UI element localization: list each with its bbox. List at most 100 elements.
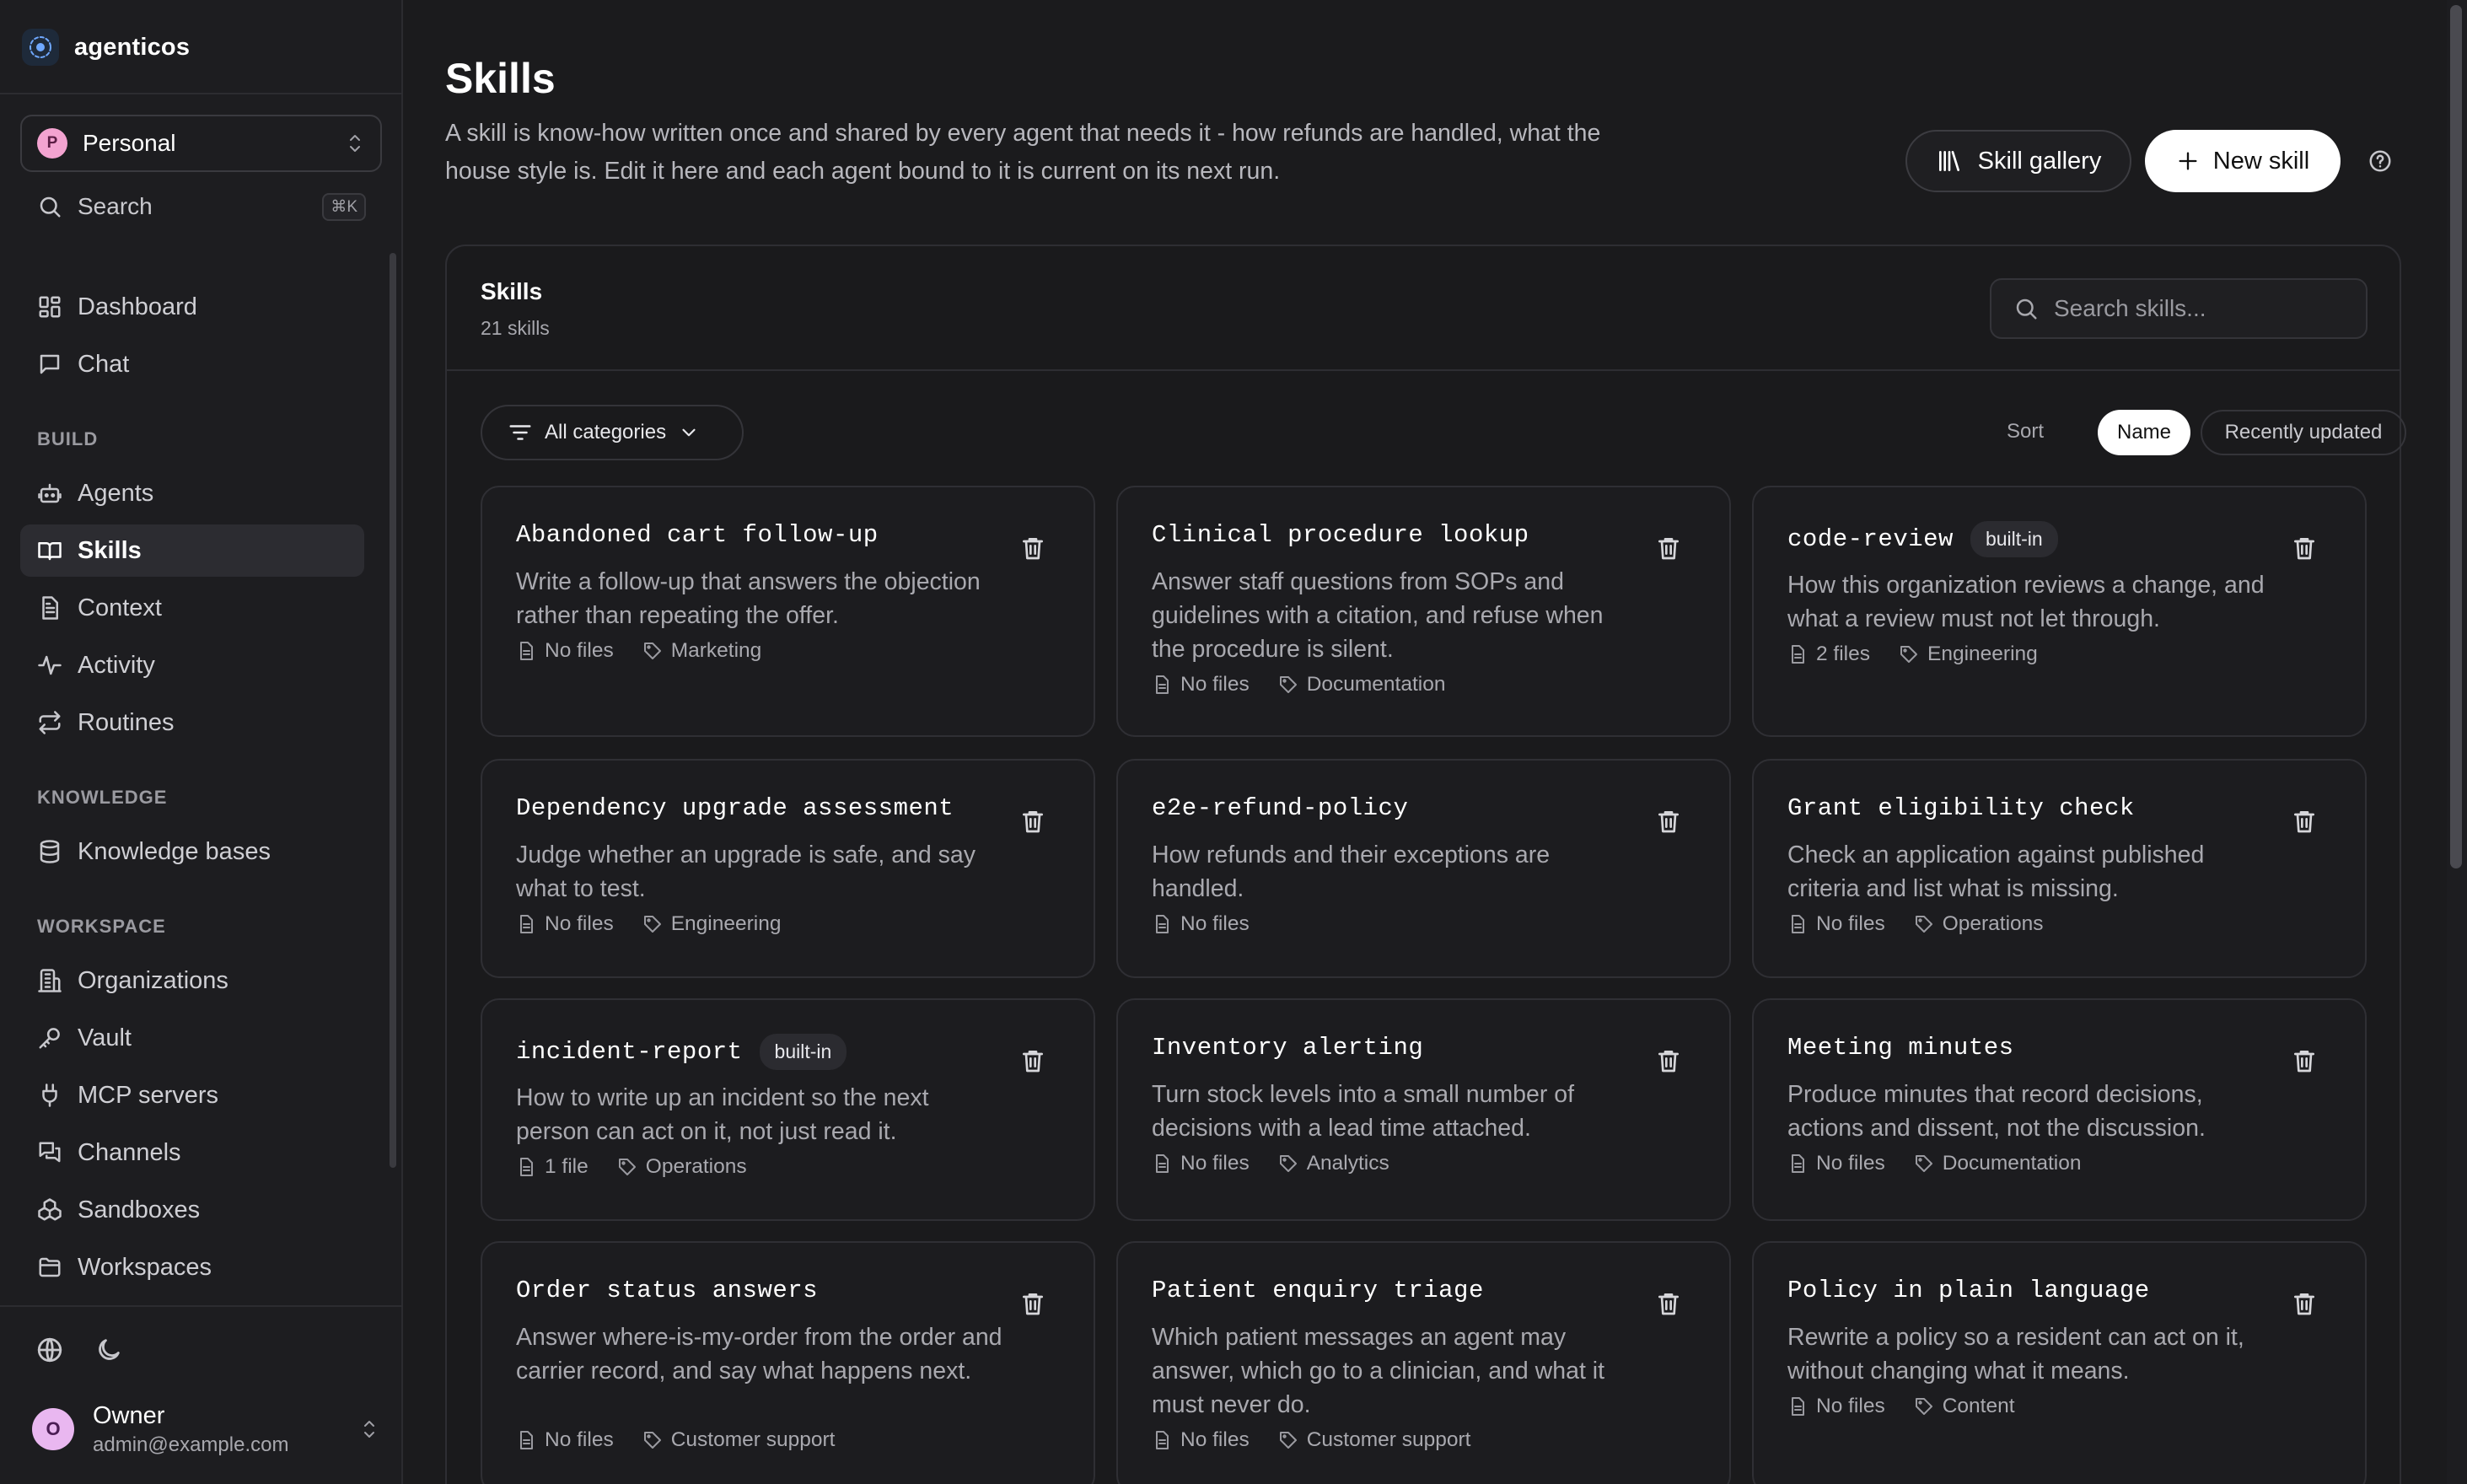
skill-card[interactable]: incident-report built-in How to write up a…	[481, 998, 1095, 1221]
sidebar-item-knowledge-bases[interactable]: Knowledge bases	[20, 825, 364, 878]
skill-card[interactable]: Order status answers Answer where-is-my-o…	[481, 1241, 1095, 1484]
sidebar-scrollbar[interactable]	[390, 253, 396, 1168]
user-menu[interactable]: O Owner admin@example.com	[32, 1398, 378, 1460]
workspace-selector[interactable]: P Personal	[20, 115, 382, 172]
skill-name: Policy in plain language	[1787, 1277, 2150, 1304]
tag-icon	[1278, 1430, 1298, 1450]
trash-icon[interactable]	[2291, 808, 2318, 835]
skill-card[interactable]: Clinical procedure lookup Answer staff qu…	[1116, 486, 1731, 737]
tag-icon	[1914, 1153, 1934, 1174]
skill-meta: No files Analytics	[1152, 1152, 1389, 1175]
sidebar-item-activity[interactable]: Activity	[20, 639, 364, 691]
file-count: No files	[1180, 1428, 1250, 1451]
skill-meta: 1 file Operations	[516, 1155, 747, 1179]
folder-icon	[37, 1255, 62, 1280]
skill-description: How refunds and their exceptions are han…	[1152, 841, 1551, 902]
category-label: Operations	[645, 1155, 747, 1178]
brand[interactable]: agenticos	[22, 25, 190, 69]
trash-icon[interactable]	[2291, 1290, 2318, 1317]
sidebar-item-vault[interactable]: Vault	[20, 1012, 364, 1064]
trash-icon[interactable]	[1655, 535, 1682, 562]
skill-card[interactable]: Dependency upgrade assessment Judge wheth…	[481, 759, 1095, 978]
trash-icon[interactable]	[1019, 1290, 1046, 1317]
sidebar-item-channels[interactable]: Channels	[20, 1126, 364, 1179]
sidebar-item-sandboxes[interactable]: Sandboxes	[20, 1184, 364, 1236]
search-skills-input[interactable]	[2054, 295, 2357, 322]
skill-description: Write a follow-up that answers the objec…	[516, 568, 981, 629]
skill-meta: No files Documentation	[1787, 1152, 2082, 1175]
trash-icon[interactable]	[1019, 1047, 1046, 1074]
sidebar-item-label: Organizations	[78, 966, 228, 994]
category-label: Customer support	[670, 1428, 836, 1451]
trash-icon[interactable]	[1019, 808, 1046, 835]
sidebar-item-context[interactable]: Context	[20, 582, 364, 634]
file-count: No files	[1816, 1395, 1885, 1417]
skill-card[interactable]: code-review built-in How this organization…	[1752, 486, 2367, 737]
category-label: Customer support	[1306, 1428, 1471, 1451]
category-tag: Engineering	[642, 912, 781, 936]
trash-icon[interactable]	[1655, 808, 1682, 835]
sidebar-item-dashboard[interactable]: Dashboard	[20, 281, 364, 333]
trash-icon[interactable]	[2291, 1047, 2318, 1074]
skill-meta: No files Customer support	[516, 1428, 835, 1452]
page-description: A skill is know-how written once and sha…	[445, 120, 1601, 185]
tag-icon	[1899, 644, 1919, 664]
scrollbar-thumb[interactable]	[2450, 5, 2462, 868]
sort-by-name-button[interactable]: Name	[2098, 410, 2190, 455]
skill-description: Answer staff questions from SOPs and gui…	[1152, 568, 1604, 663]
skill-card[interactable]: Grant eligibility check Check an applicat…	[1752, 759, 2367, 978]
trash-icon[interactable]	[1019, 535, 1046, 562]
skill-description: Answer where-is-my-order from the order …	[516, 1324, 1002, 1385]
sidebar-item-routines[interactable]: Routines	[20, 696, 364, 749]
skill-name: Grant eligibility check	[1787, 794, 2135, 822]
category-label: Analytics	[1306, 1152, 1389, 1175]
trash-icon[interactable]	[1655, 1047, 1682, 1074]
trash-icon[interactable]	[1655, 1290, 1682, 1317]
file-icon	[1787, 914, 1808, 934]
tag-icon	[1914, 1396, 1934, 1417]
main-scrollbar[interactable]	[2447, 0, 2467, 1484]
new-skill-button[interactable]: New skill	[2145, 130, 2341, 192]
skill-card[interactable]: e2e-refund-policy How refunds and their e…	[1116, 759, 1731, 978]
search-shortcut: ⌘K	[322, 192, 366, 221]
sidebar-item-mcp-servers[interactable]: MCP servers	[20, 1069, 364, 1121]
sidebar-item-label: Routines	[78, 708, 175, 736]
skill-meta: No files Documentation	[1152, 673, 1446, 696]
sidebar-item-label: Chat	[78, 350, 130, 378]
globe-icon[interactable]	[35, 1336, 66, 1366]
skill-card[interactable]: Meeting minutes Produce minutes that reco…	[1752, 998, 2367, 1221]
skill-card[interactable]: Inventory alerting Turn stock levels into…	[1116, 998, 1731, 1221]
sort-by-recently-updated-button[interactable]: Recently updated	[2201, 410, 2406, 455]
help-icon[interactable]	[2368, 148, 2393, 174]
sidebar-search[interactable]: Search ⌘K	[37, 187, 366, 226]
skill-name: e2e-refund-policy	[1152, 794, 1409, 822]
skill-meta: No files Engineering	[516, 912, 781, 936]
sidebar-item-organizations[interactable]: Organizations	[20, 954, 364, 1007]
sidebar-item-workspaces[interactable]: Workspaces	[20, 1241, 364, 1293]
skill-description: How this organization reviews a change, …	[1787, 572, 2265, 632]
sidebar-item-agents[interactable]: Agents	[20, 467, 364, 519]
category-tag: Analytics	[1278, 1152, 1389, 1175]
skill-search-box[interactable]	[1990, 278, 2368, 339]
category-label: Engineering	[1927, 643, 2038, 665]
skill-card[interactable]: Policy in plain language Rewrite a policy…	[1752, 1241, 2367, 1484]
sidebar-item-chat[interactable]: Chat	[20, 338, 364, 390]
file-count: 1 file	[545, 1155, 589, 1178]
file-icon	[1152, 1153, 1172, 1174]
key-icon	[37, 1025, 62, 1051]
sidebar-item-skills[interactable]: Skills	[20, 524, 364, 577]
moon-icon[interactable]	[94, 1336, 125, 1366]
skill-gallery-button[interactable]: Skill gallery	[1905, 130, 2131, 192]
skill-description: Turn stock levels into a small number of…	[1152, 1081, 1575, 1142]
file-count: No files	[1816, 912, 1885, 935]
skill-description: How to write up an incident so the next …	[516, 1084, 929, 1145]
category-filter-dropdown[interactable]: All categories	[481, 405, 744, 460]
category-label: Documentation	[1942, 1152, 2082, 1175]
dashboard-icon	[37, 294, 62, 320]
skill-card[interactable]: Patient enquiry triage Which patient mess…	[1116, 1241, 1731, 1484]
section-label-build: BUILD	[37, 428, 99, 449]
chevron-down-icon	[678, 422, 700, 444]
skill-card[interactable]: Abandoned cart follow-up Write a follow-u…	[481, 486, 1095, 737]
category-tag: Operations	[617, 1155, 747, 1179]
trash-icon[interactable]	[2291, 535, 2318, 562]
